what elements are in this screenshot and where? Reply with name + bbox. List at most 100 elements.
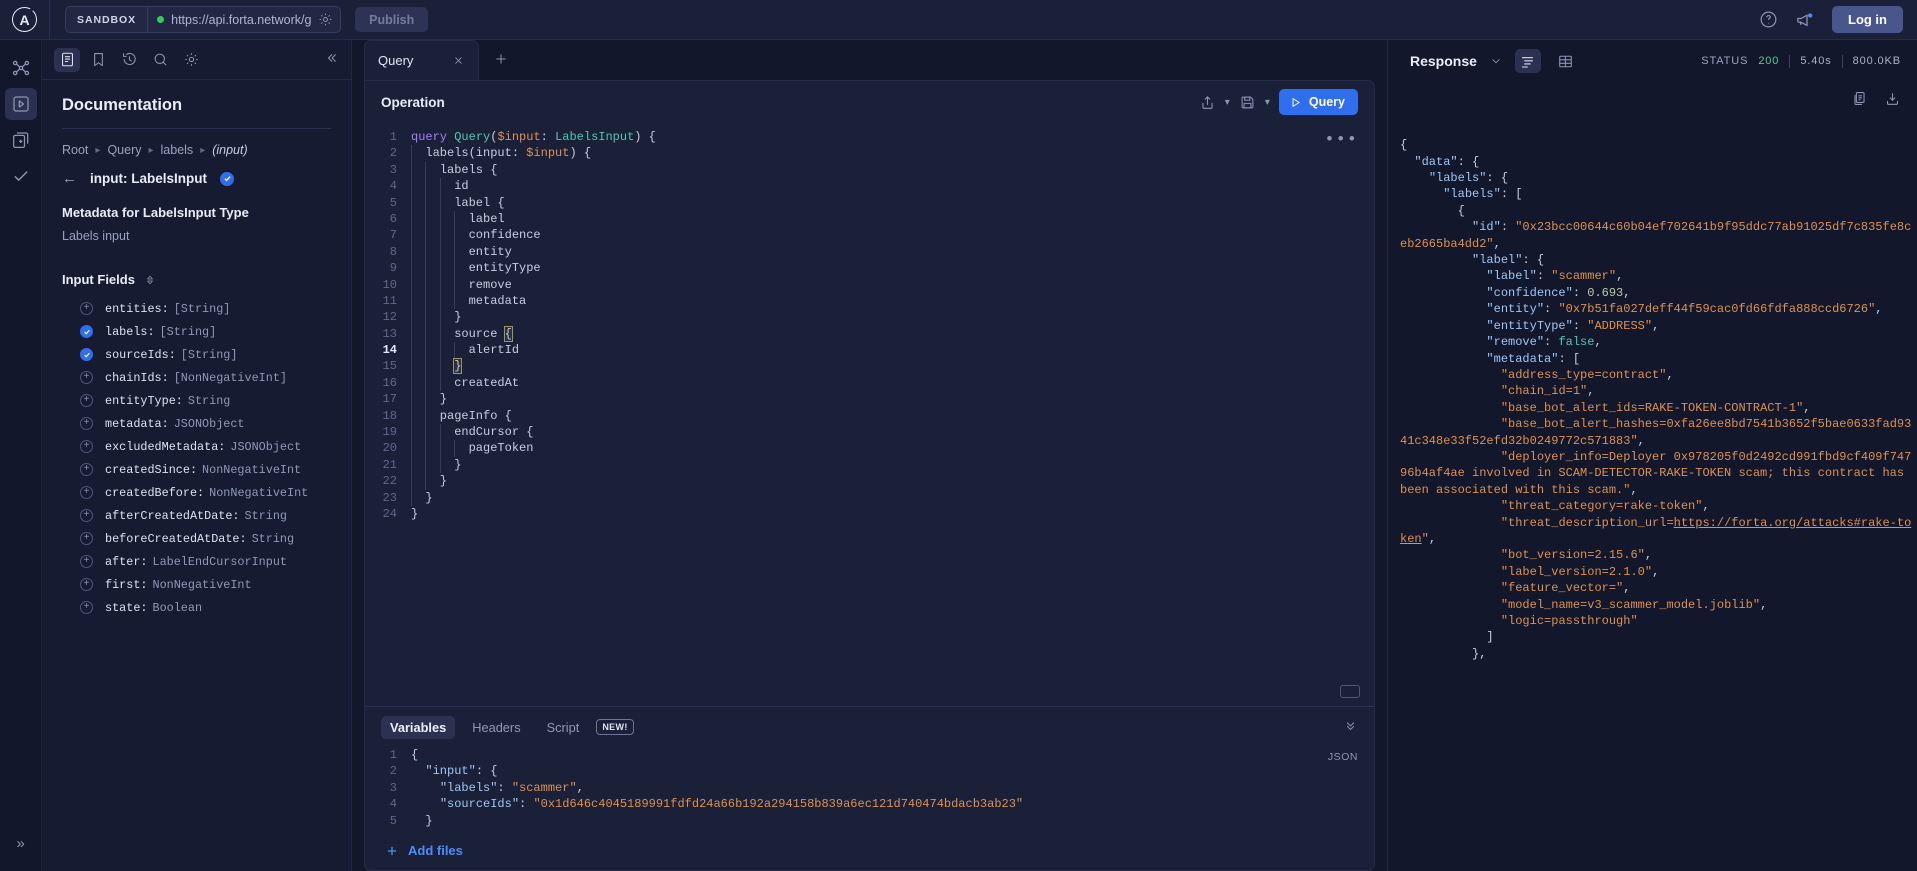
code-line: 21 } — [365, 456, 1374, 474]
docs-tab-strip — [42, 40, 351, 80]
docs-collapse-button[interactable] — [323, 50, 339, 69]
line-number: 4 — [389, 179, 397, 194]
new-tab-button[interactable] — [493, 51, 509, 80]
operation-tab[interactable]: Query — [364, 40, 479, 80]
sort-toggle-icon[interactable] — [144, 274, 156, 286]
docs-tab-history[interactable] — [116, 48, 142, 72]
topbar-icons — [1759, 10, 1815, 30]
input-field-row[interactable]: + afterCreatedAtDate: String — [62, 504, 331, 527]
save-chevron-down-icon[interactable]: ▾ — [1265, 97, 1270, 108]
endpoint-field[interactable]: https://api.forta.network/gr — [148, 7, 340, 32]
run-query-button[interactable]: Query — [1278, 89, 1358, 115]
help-icon[interactable] — [1759, 10, 1778, 29]
stat-divider — [1841, 54, 1843, 68]
field-add-icon[interactable]: + — [80, 555, 93, 568]
docs-icon — [61, 52, 73, 67]
input-field-row[interactable]: + excludedMetadata: JSONObject — [62, 435, 331, 458]
rail-expand-button[interactable]: » — [5, 827, 37, 859]
operation-tab-label: Query — [378, 53, 414, 68]
line-text: confidence — [411, 227, 541, 244]
login-button[interactable]: Log in — [1832, 6, 1903, 33]
variables-line: 2 "input": { — [365, 763, 1374, 779]
field-add-icon[interactable]: + — [80, 578, 93, 591]
copy-icon[interactable] — [1851, 90, 1868, 107]
variables-collapse-button[interactable] — [1343, 718, 1358, 736]
type-header: ← input: LabelsInput — [62, 170, 331, 187]
docs-tab-search[interactable] — [147, 48, 173, 72]
tab-variables[interactable]: Variables — [381, 715, 456, 739]
docs-tab-settings[interactable] — [178, 48, 204, 72]
input-field-row[interactable]: + first: NonNegativeInt — [62, 573, 331, 596]
input-field-row[interactable]: + state: Boolean — [62, 596, 331, 619]
field-add-icon[interactable]: + — [80, 371, 93, 384]
endpoint-group: SANDBOX https://api.forta.network/gr — [65, 6, 342, 33]
field-add-icon[interactable]: + — [80, 601, 93, 614]
breadcrumb-labels[interactable]: labels — [161, 143, 194, 157]
response-time: 5.40s — [1800, 55, 1832, 67]
rail-item-play[interactable] — [4, 88, 37, 120]
code-line: 5 label { — [365, 194, 1374, 211]
response-stats: STATUS 200 5.40s 800.0KB — [1701, 54, 1901, 68]
breadcrumb-query[interactable]: Query — [107, 143, 141, 157]
play-icon — [12, 96, 29, 112]
chevron-down-icon[interactable] — [1489, 54, 1503, 68]
field-add-icon[interactable]: + — [80, 509, 93, 522]
input-field-row[interactable]: + metadata: JSONObject — [62, 412, 331, 435]
code-line: 24} — [365, 506, 1374, 522]
input-field-row[interactable]: + createdSince: NonNegativeInt — [62, 458, 331, 481]
docs-tab-docs[interactable] — [54, 47, 80, 72]
response-json-view[interactable]: { "data": { "labels": { "labels": [ { "i… — [1388, 82, 1917, 871]
rail-item-graph[interactable] — [5, 52, 37, 84]
operation-card: Operation ▾ ▾ Query 1 query Query($input… — [364, 80, 1375, 871]
response-view-pretty[interactable] — [1514, 49, 1541, 73]
tab-script[interactable]: Script — [538, 716, 589, 739]
input-field-row[interactable]: + chainIds: [NonNegativeInt] — [62, 366, 331, 389]
rail-item-check[interactable] — [5, 160, 37, 192]
code-line: 9 entityType — [365, 260, 1374, 277]
add-files-button[interactable]: Add files — [365, 833, 1374, 870]
line-number: 9 — [389, 261, 397, 276]
field-add-icon[interactable]: + — [80, 302, 93, 315]
download-icon[interactable] — [1884, 90, 1901, 107]
breadcrumb-root[interactable]: Root — [62, 143, 88, 157]
code-line: 6 label — [365, 210, 1374, 228]
response-view-table[interactable] — [1553, 49, 1579, 73]
input-field-row[interactable]: sourceIds: [String] — [62, 343, 331, 366]
back-arrow-icon[interactable]: ← — [62, 170, 77, 187]
field-add-icon[interactable]: + — [80, 463, 93, 476]
input-field-row[interactable]: + entityType: String — [62, 389, 331, 412]
main-body: » Documentation Root ▸ Query ▸ labels ▸ … — [0, 40, 1917, 871]
save-icon[interactable] — [1239, 94, 1256, 111]
input-field-row[interactable]: + entities: [String] — [62, 297, 331, 320]
docs-tab-bookmarks[interactable] — [85, 48, 111, 72]
line-text: pageToken — [411, 440, 534, 457]
field-add-icon[interactable]: + — [80, 417, 93, 430]
input-field-row[interactable]: + createdBefore: NonNegativeInt — [62, 481, 331, 504]
field-name: entityType: — [105, 393, 183, 408]
share-icon[interactable] — [1199, 94, 1216, 111]
field-selected-icon[interactable] — [80, 325, 93, 338]
rail-item-collections[interactable] — [5, 124, 37, 156]
graphql-code-editor[interactable]: 1 query Query($input: LabelsInput) {2 lab… — [365, 123, 1374, 706]
endpoint-url[interactable]: https://api.forta.network/gr — [171, 13, 311, 27]
tab-headers[interactable]: Headers — [463, 716, 529, 739]
variables-editor[interactable]: JSON 1{2 "input": {3 "labels": "scammer"… — [365, 747, 1374, 833]
field-add-icon[interactable]: + — [80, 486, 93, 499]
field-add-icon[interactable]: + — [80, 532, 93, 545]
line-text: } — [411, 489, 433, 506]
announcements-icon[interactable] — [1795, 10, 1815, 30]
field-name: createdSince: — [105, 462, 198, 477]
input-field-row[interactable]: + after: LabelEndCursorInput — [62, 550, 331, 573]
threat-description-link[interactable]: https://forta.org/attacks#rake-token — [1400, 516, 1911, 546]
publish-button[interactable]: Publish — [355, 7, 429, 32]
app-logo[interactable]: A — [0, 0, 50, 40]
field-selected-icon[interactable] — [80, 348, 93, 361]
close-icon[interactable] — [452, 54, 465, 67]
editor-more-menu-icon[interactable]: ••• — [1324, 132, 1358, 149]
field-add-icon[interactable]: + — [80, 394, 93, 407]
share-chevron-down-icon[interactable]: ▾ — [1225, 97, 1230, 108]
input-field-row[interactable]: + beforeCreatedAtDate: String — [62, 527, 331, 550]
gear-icon[interactable] — [318, 12, 333, 27]
input-field-row[interactable]: labels: [String] — [62, 320, 331, 343]
field-add-icon[interactable]: + — [80, 440, 93, 453]
